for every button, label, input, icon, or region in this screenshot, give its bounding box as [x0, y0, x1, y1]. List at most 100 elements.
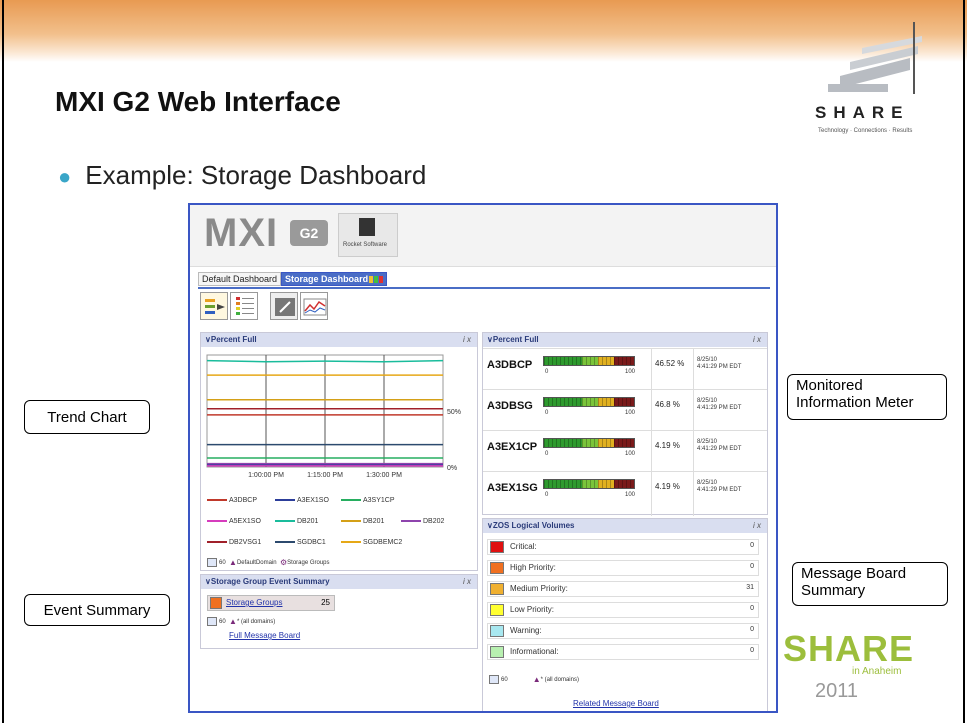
refresh-value: 60 [219, 619, 226, 626]
domain-value[interactable]: * (all domains) [541, 677, 579, 683]
severity-row[interactable]: Informational: 0 [487, 644, 759, 660]
vendor-name: Rocket Software [343, 242, 388, 248]
chart-icon[interactable] [300, 292, 328, 320]
severity-label: Informational: [510, 647, 559, 656]
severity-swatch [490, 646, 504, 658]
severity-swatch [210, 597, 222, 609]
callout-message-board: Message Board Summary [792, 562, 948, 606]
meter-segment [614, 439, 634, 447]
legend-label: A5EX1SO [229, 518, 261, 525]
frame-right [963, 0, 965, 723]
panel-title: Percent Full [492, 335, 539, 344]
meter-min: 0 [545, 410, 549, 416]
severity-row[interactable]: Warning: 0 [487, 623, 759, 639]
refresh-icon[interactable] [207, 558, 217, 567]
meter-segment [544, 398, 582, 406]
groups-value[interactable]: Storage Groups [287, 560, 329, 566]
panel-header: ∨ZOS Logical Volumes i x [483, 519, 767, 533]
refresh-icon[interactable] [489, 675, 499, 684]
severity-label: Warning: [510, 626, 542, 635]
legend-item: DB201 [341, 518, 384, 525]
refresh-value: 60 [501, 677, 508, 684]
legend-swatch [275, 520, 295, 523]
meter-row[interactable]: A3DBCP 0 100 46.52 % 8/25/10 4:41:29 PM EDT [483, 348, 767, 393]
gauge-icon[interactable] [270, 292, 298, 320]
severity-row[interactable]: Critical: 0 [487, 539, 759, 555]
severity-row[interactable]: High Priority: 0 [487, 560, 759, 576]
panel-title: ZOS Logical Volumes [492, 521, 575, 530]
share-event-year: 2011 [815, 680, 859, 702]
severity-swatch [490, 583, 504, 595]
list-icon[interactable] [230, 292, 258, 320]
meter-segment [544, 439, 582, 447]
legend-item: DB202 [401, 518, 444, 525]
meter-percent: 46.52 % [655, 359, 685, 368]
panel-tools[interactable]: i x [753, 521, 761, 530]
meter-percent: 46.8 % [655, 400, 680, 409]
legend-item: A3EX1SO [275, 497, 329, 504]
meter-name: A3DBSG [487, 400, 533, 412]
legend-swatch [401, 520, 421, 523]
trend-chart: 50% 0% 1:00:00 PM 1:15:00 PM 1:30:00 PM [206, 354, 461, 479]
severity-row[interactable]: Low Priority: 0 [487, 602, 759, 618]
legend-label: DB202 [423, 518, 445, 525]
meter-bar [543, 356, 635, 366]
divider [693, 472, 694, 516]
domain-value[interactable]: * (all domains) [237, 619, 275, 625]
panel-tools[interactable]: i x [463, 335, 471, 344]
meter-segment [614, 398, 634, 406]
meter-name: A3EX1SG [487, 482, 538, 494]
storage-groups-count: 25 [321, 598, 330, 607]
panel-title: Storage Group Event Summary [210, 577, 330, 586]
meter-max: 100 [625, 492, 636, 498]
meter-row[interactable]: A3EX1CP 0 100 4.19 % 8/25/10 4:41:29 PM EDT [483, 430, 767, 475]
divider [651, 390, 652, 434]
domain-icon: ▲ [532, 675, 541, 684]
y-tick-label: 0% [447, 465, 457, 472]
meter-name: A3DBCP [487, 359, 533, 371]
legend-swatch [275, 541, 295, 544]
status-swatch-icon [379, 276, 384, 284]
legend-item: DB201 [275, 518, 318, 525]
legend-label: SGDBEMC2 [363, 539, 403, 546]
meter-segment [597, 357, 615, 365]
legend-swatch [207, 541, 227, 544]
panel-tools[interactable]: i x [753, 335, 761, 344]
trend-chart-panel: ∨Percent Full i x 50% 0% 1:00:00 PM 1:15:00… [200, 332, 478, 571]
meter-bar [543, 438, 635, 448]
meter-row[interactable]: A3DBSG 0 100 46.8 % 8/25/10 4:41:29 PM EDT [483, 389, 767, 434]
event-summary-panel: ∨Storage Group Event Summary i x Storage… [200, 574, 478, 649]
severity-swatch [490, 541, 504, 553]
meter-max: 100 [625, 369, 636, 375]
divider [651, 349, 652, 393]
meter-timestamp: 8/25/10 4:41:29 PM EDT [697, 439, 742, 452]
tab-storage-dashboard[interactable]: Storage Dashboard [281, 272, 388, 286]
meter-segment [544, 480, 582, 488]
panel-tools[interactable]: i x [463, 577, 471, 586]
meter-timestamp: 8/25/10 4:41:29 PM EDT [697, 480, 742, 493]
severity-count: 31 [746, 584, 754, 591]
legend-swatch [341, 499, 361, 502]
frame-left [2, 0, 4, 723]
domain-value[interactable]: DefaultDomain [237, 560, 277, 566]
legend-label: A3SY1CP [363, 497, 395, 504]
layout-icon[interactable] [200, 292, 228, 320]
legend-label: DB2VSG1 [229, 539, 262, 546]
severity-swatch [490, 604, 504, 616]
tab-default-dashboard[interactable]: Default Dashboard [198, 272, 282, 286]
severity-count: 0 [750, 626, 754, 633]
storage-groups-row[interactable]: Storage Groups 25 [207, 595, 335, 611]
meter-row[interactable]: A3EX1SG 0 100 4.19 % 8/25/10 4:41:29 PM EDT [483, 471, 767, 516]
full-message-board-link[interactable]: Full Message Board [229, 631, 300, 640]
legend-item: A5EX1SO [207, 518, 261, 525]
related-message-board-link[interactable]: Related Message Board [573, 699, 659, 708]
share-logo-word: SHARE [815, 103, 910, 122]
refresh-icon[interactable] [207, 617, 217, 626]
divider [693, 349, 694, 393]
slide: MXI G2 Web Interface ● Example: Storage D… [0, 0, 967, 723]
storage-groups-link[interactable]: Storage Groups [226, 598, 282, 607]
severity-label: Low Priority: [510, 605, 555, 614]
panel-header: ∨Percent Full i x [201, 333, 477, 347]
bullet-text: Example: Storage Dashboard [85, 160, 427, 190]
severity-row[interactable]: Medium Priority: 31 [487, 581, 759, 597]
